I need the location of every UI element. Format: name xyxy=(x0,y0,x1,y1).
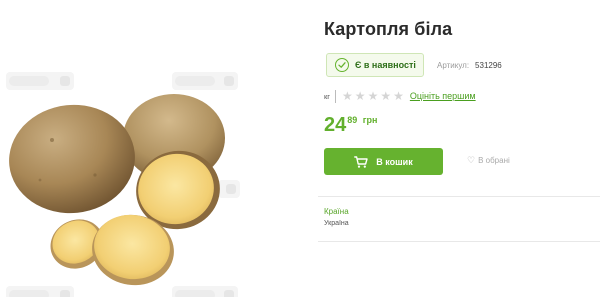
price: 2489 грн xyxy=(324,113,377,137)
price-currency: грн xyxy=(362,115,378,125)
spec-country-label: Країна xyxy=(324,207,349,216)
availability-text: Є в наявності xyxy=(355,60,416,70)
add-to-cart-label: В кошик xyxy=(376,156,413,167)
product-image-area xyxy=(0,0,300,297)
heart-icon: ♡ xyxy=(467,155,476,165)
add-to-favorites-button[interactable]: ♡ В обрані xyxy=(467,155,510,166)
star-icon[interactable]: ★ xyxy=(355,90,366,102)
favorites-label: В обрані xyxy=(478,156,510,165)
spec-country-value: Україна xyxy=(324,220,349,227)
product-details: Картопля біла Є в наявності Артикул: 5312… xyxy=(318,0,600,297)
product-image xyxy=(9,94,225,286)
article-number: Артикул: 531296 xyxy=(437,61,502,70)
cart-icon xyxy=(354,155,368,168)
star-icon[interactable]: ★ xyxy=(368,90,379,102)
star-icon[interactable]: ★ xyxy=(393,90,404,102)
rating-stars[interactable]: ★ ★ ★ ★ ★ xyxy=(342,90,404,102)
divider xyxy=(318,196,600,197)
product-title: Картопля біла xyxy=(324,19,453,39)
article-label: Артикул: xyxy=(437,61,470,70)
divider xyxy=(335,89,337,103)
unit-label: кг xyxy=(324,91,331,101)
price-main: 24 xyxy=(324,114,347,136)
check-circle-icon xyxy=(335,58,349,72)
unit-rating-row: кг ★ ★ ★ ★ ★ Оцініть першим xyxy=(324,89,476,103)
add-to-cart-button[interactable]: В кошик xyxy=(324,148,443,175)
article-value: 531296 xyxy=(475,61,502,70)
availability-badge: Є в наявності xyxy=(326,53,424,77)
star-icon[interactable]: ★ xyxy=(380,90,391,102)
divider xyxy=(318,241,600,242)
rate-first-link[interactable]: Оцініть першим xyxy=(410,91,476,101)
price-cents: 89 xyxy=(347,115,358,125)
star-icon[interactable]: ★ xyxy=(342,90,353,102)
